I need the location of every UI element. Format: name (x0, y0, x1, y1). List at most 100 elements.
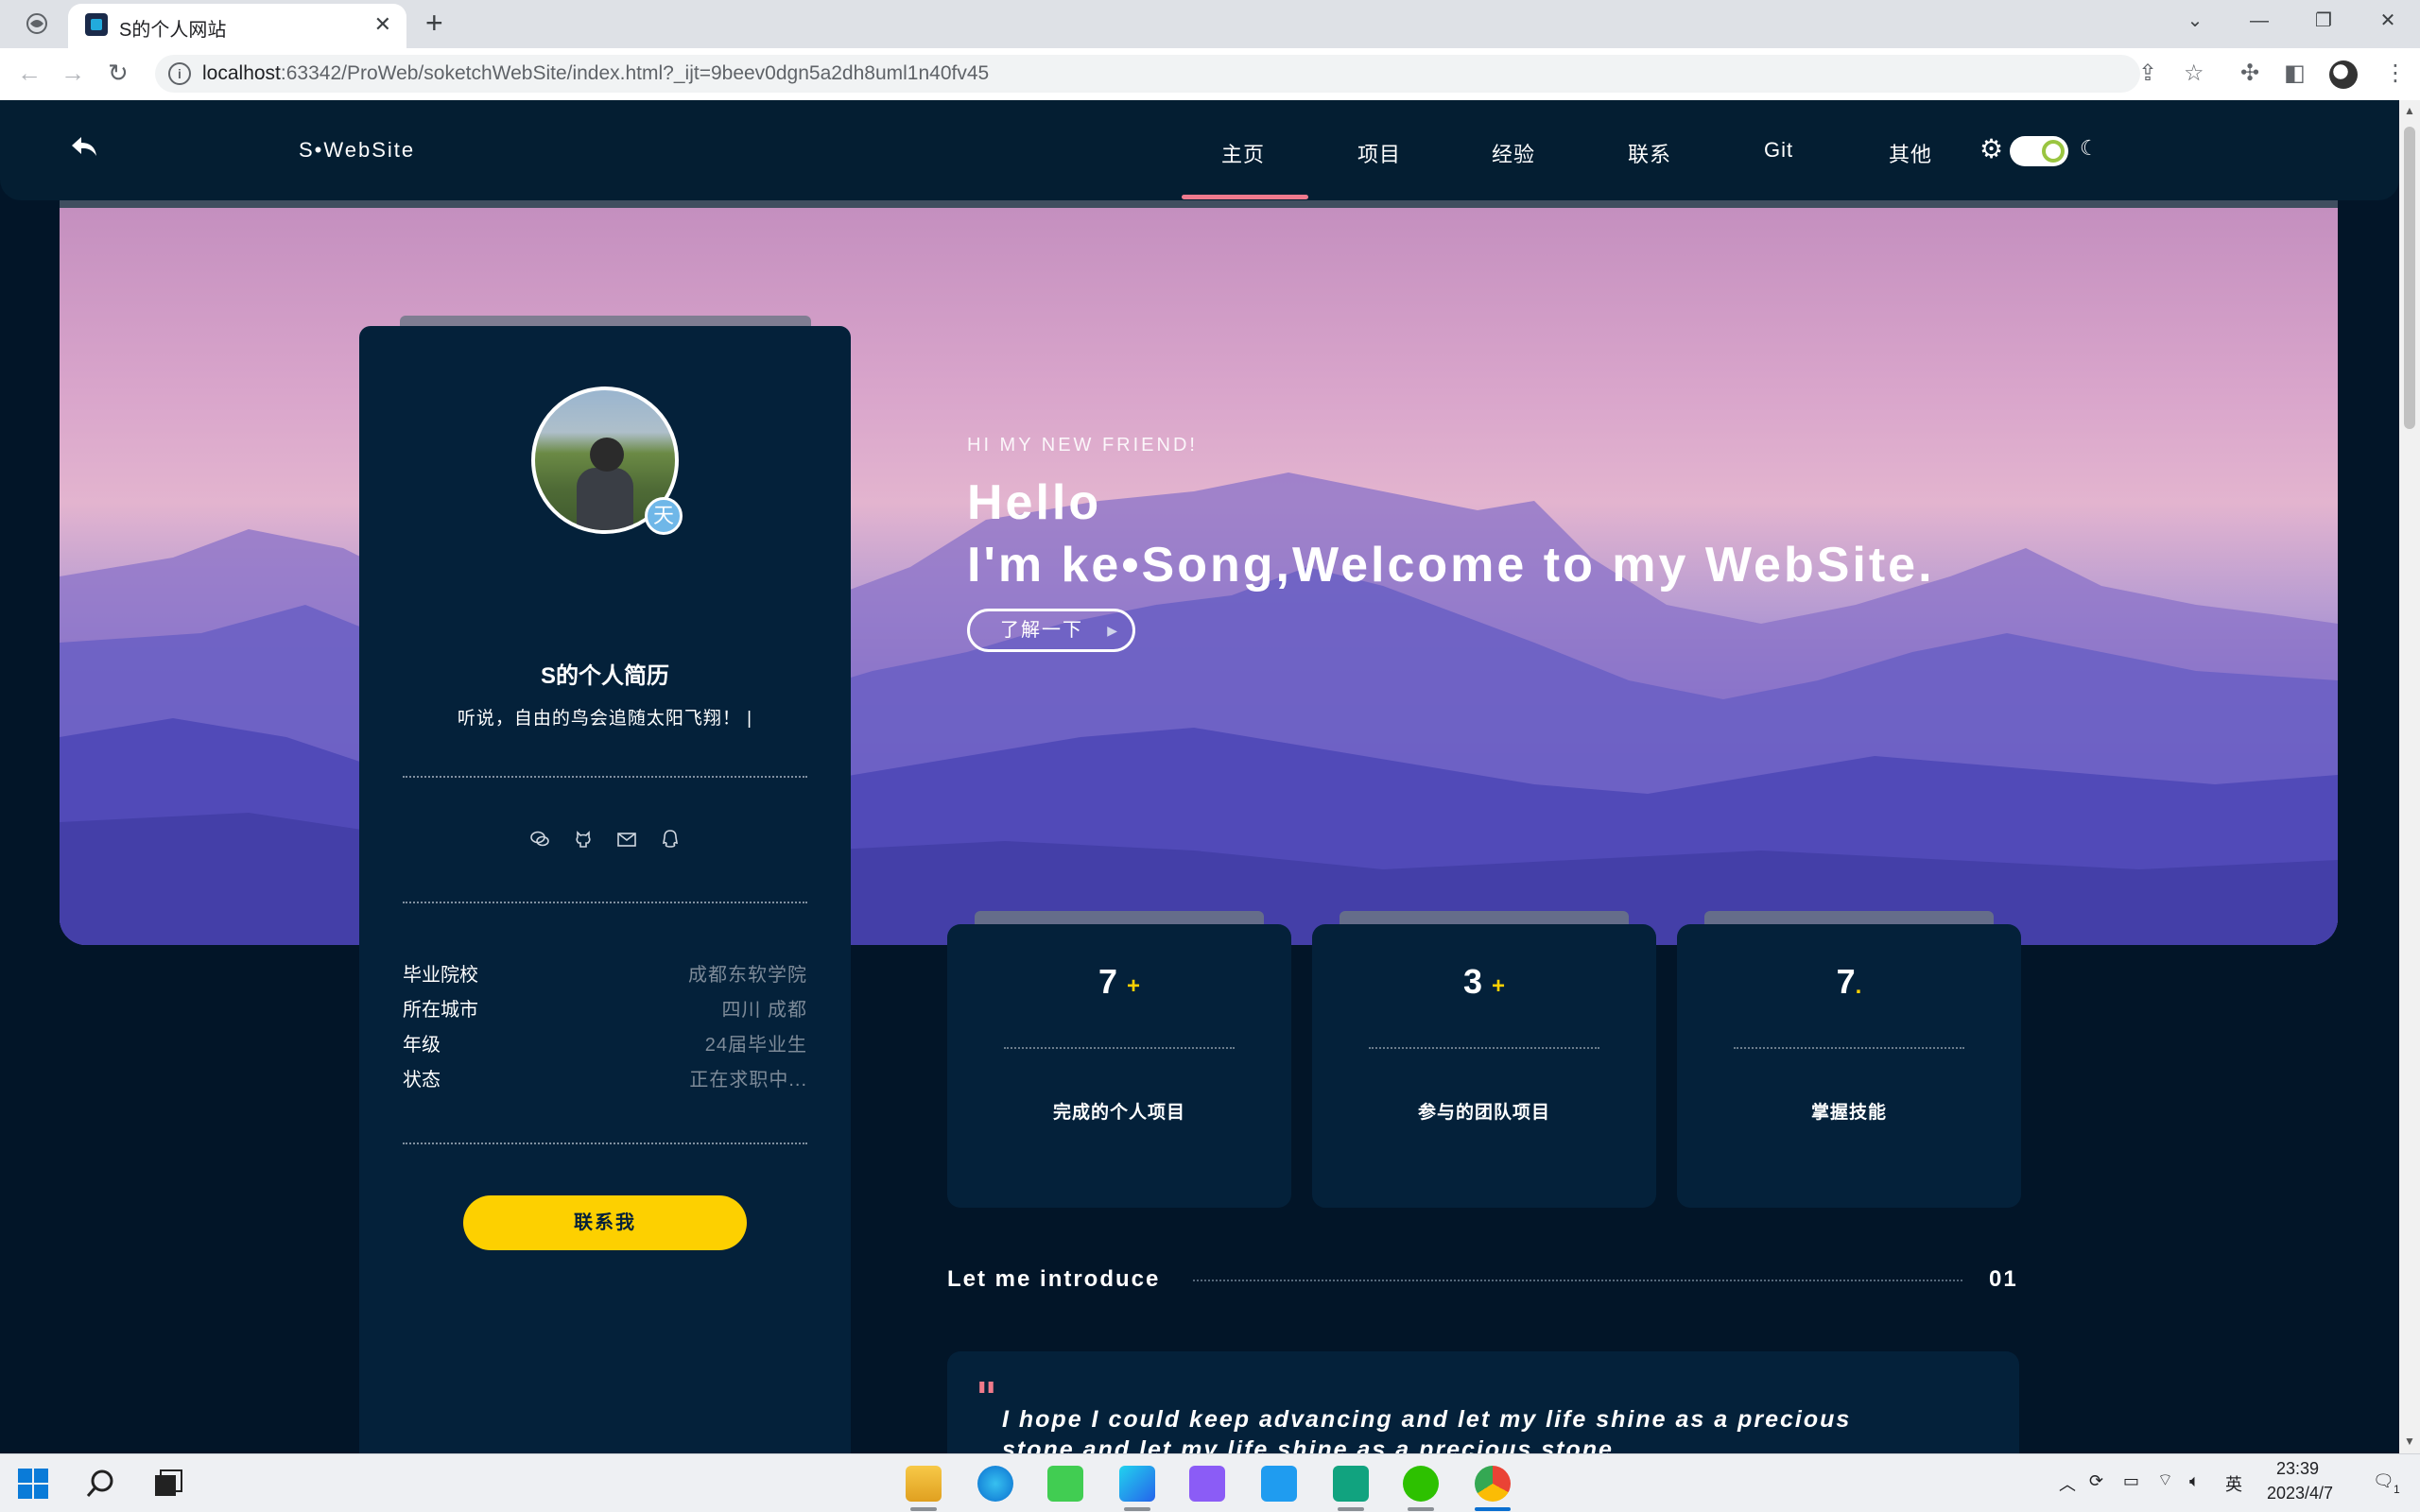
info-row-city: 所在城市 四川 成都 (403, 994, 807, 1022)
nav-projects[interactable]: 项目 (1357, 138, 1401, 168)
side-panel-icon[interactable]: ◧ (2284, 60, 2306, 87)
wifi-icon[interactable]: ⌔ (2157, 1469, 2173, 1491)
bookmark-star-icon[interactable]: ☆ (2184, 60, 2204, 87)
extensions-icon[interactable]: ✣ (2240, 60, 2259, 87)
intro-number: 01 (1989, 1266, 2018, 1292)
site-favicon-icon (85, 13, 108, 36)
avatar-head (590, 438, 624, 472)
edge-browser-icon[interactable] (977, 1466, 1013, 1502)
info-key: 毕业院校 (403, 965, 478, 986)
minimize-icon[interactable]: — (2227, 0, 2291, 42)
stat-number: 7 + (947, 962, 1291, 1002)
running-indicator (1338, 1507, 1364, 1511)
url-host: localhost (202, 62, 281, 84)
play-arrow-icon: ▶ (1107, 623, 1119, 638)
stat-value: 7 (1836, 962, 1856, 1001)
volume-icon[interactable]: 🔈︎ (2189, 1471, 2200, 1491)
share-icon[interactable]: ⇪ (2138, 60, 2157, 87)
clock-time[interactable]: 23:39 (2276, 1459, 2319, 1479)
site-info-icon[interactable]: i (168, 62, 191, 85)
running-indicator (1408, 1507, 1434, 1511)
github-icon[interactable] (572, 829, 595, 851)
stat-card-team-projects: 3 + 参与的团队项目 (1312, 924, 1656, 1208)
vim-editor-icon[interactable] (1333, 1466, 1369, 1502)
profile-name: S的个人简历 (540, 663, 669, 689)
windows-start-icon[interactable] (15, 1466, 51, 1502)
tab-search-icon[interactable] (25, 11, 49, 36)
nav-experience[interactable]: 经验 (1492, 138, 1535, 168)
profile-card: 天 S的个人简历 听说，自由的鸟会追随太阳飞翔！ | 毕业院校 成都东软学院 所… (359, 326, 851, 1453)
info-key: 年级 (403, 1035, 441, 1056)
address-bar[interactable]: i localhost:63342/ProWeb/soketchWebSite/… (155, 55, 2140, 93)
contact-me-button[interactable]: 联系我 (463, 1195, 747, 1250)
quote-card: " I hope I could keep advancing and let … (947, 1351, 2019, 1453)
info-row-school: 毕业院校 成都东软学院 (403, 959, 807, 988)
tray-overflow-icon[interactable]: ︿ (2059, 1471, 2076, 1496)
webstorm-icon[interactable] (1119, 1466, 1155, 1502)
info-row-status: 状态 正在求职中... (403, 1064, 807, 1092)
nav-other[interactable]: 其他 (1889, 138, 1932, 168)
profile-avatar[interactable] (2329, 60, 2358, 89)
window-close-icon[interactable]: ✕ (2356, 0, 2420, 42)
address-url[interactable]: localhost:63342/ProWeb/soketchWebSite/in… (202, 62, 989, 85)
stat-label: 掌握技能 (1810, 1103, 1887, 1123)
wechat-app-icon[interactable] (1403, 1466, 1439, 1502)
theme-toggle[interactable] (2010, 136, 2068, 166)
stat-divider (1004, 1047, 1235, 1049)
window-controls: ⌄ — ❐ ✕ (2163, 0, 2420, 42)
nav-contact[interactable]: 联系 (1628, 138, 1671, 168)
wechat-icon[interactable] (528, 829, 551, 851)
learn-more-button[interactable]: 了解一下 ▶ (967, 609, 1135, 652)
intro-title: Let me introduce (947, 1266, 1161, 1292)
page-scrollbar[interactable]: ▲ ▼ (2399, 100, 2420, 1453)
qt-creator-icon[interactable] (1047, 1466, 1083, 1502)
qq-icon[interactable] (659, 829, 682, 851)
learn-more-label: 了解一下 (1000, 620, 1083, 641)
vscode-icon[interactable] (1261, 1466, 1297, 1502)
hero-hello: Hello (967, 475, 1102, 530)
nav-git[interactable]: Git (1764, 138, 1793, 163)
sync-icon[interactable]: ⟳ (2089, 1471, 2103, 1491)
back-reply-icon[interactable] (70, 132, 98, 167)
stat-divider (1734, 1047, 1964, 1049)
hero-welcome: I'm ke•Song,Welcome to my WebSite. (967, 538, 1935, 593)
browser-tab-active[interactable]: S的个人网站 ✕ (68, 4, 406, 48)
forward-arrow-icon[interactable]: → (60, 60, 85, 86)
file-explorer-icon[interactable] (906, 1466, 942, 1502)
tab-list-icon[interactable]: ⌄ (2163, 0, 2227, 42)
new-tab-icon[interactable]: + (425, 8, 443, 38)
chrome-icon[interactable] (1475, 1466, 1511, 1502)
hero-kicker: HI MY NEW FRIEND! (967, 435, 1198, 455)
scroll-up-icon[interactable]: ▲ (2404, 104, 2415, 117)
visual-studio-icon[interactable] (1189, 1466, 1225, 1502)
site-brand[interactable]: S•WebSite (299, 138, 415, 163)
stat-card-skills: 7. 掌握技能 (1677, 924, 2021, 1208)
taskbar-search-icon[interactable] (83, 1466, 119, 1502)
divider (403, 776, 807, 778)
scrollbar-thumb[interactable] (2404, 127, 2415, 429)
info-value: 四川 成都 (721, 1000, 807, 1021)
stat-suffix: + (1492, 973, 1506, 999)
browser-menu-icon[interactable]: ⋮ (2384, 60, 2407, 87)
notification-icon[interactable]: 🗨︎ (2373, 1471, 2394, 1491)
avatar-badge: 天 (645, 497, 683, 535)
restore-icon[interactable]: ❐ (2291, 0, 2356, 42)
settings-gear-icon[interactable]: ⚙ (1979, 136, 2003, 163)
task-view-icon[interactable] (149, 1466, 185, 1502)
back-arrow-icon[interactable]: ← (17, 60, 42, 86)
divider (403, 902, 807, 903)
tab-close-icon[interactable]: ✕ (374, 12, 391, 37)
quote-text: I hope I could keep advancing and let my… (1002, 1406, 1852, 1453)
mail-icon[interactable] (615, 829, 638, 851)
nav-home[interactable]: 主页 (1221, 138, 1265, 168)
reload-icon[interactable]: ↻ (108, 60, 129, 86)
stat-number: 7. (1677, 962, 2021, 1002)
clock-date[interactable]: 2023/4/7 (2267, 1484, 2333, 1503)
running-indicator-active (1475, 1507, 1511, 1511)
social-links (359, 829, 851, 851)
input-method[interactable]: 英 (2225, 1471, 2242, 1496)
stat-label: 完成的个人项目 (1052, 1103, 1185, 1123)
info-value: 成都东软学院 (688, 965, 807, 986)
battery-icon[interactable]: ▭ (2123, 1471, 2139, 1491)
scroll-down-icon[interactable]: ▼ (2404, 1435, 2415, 1448)
